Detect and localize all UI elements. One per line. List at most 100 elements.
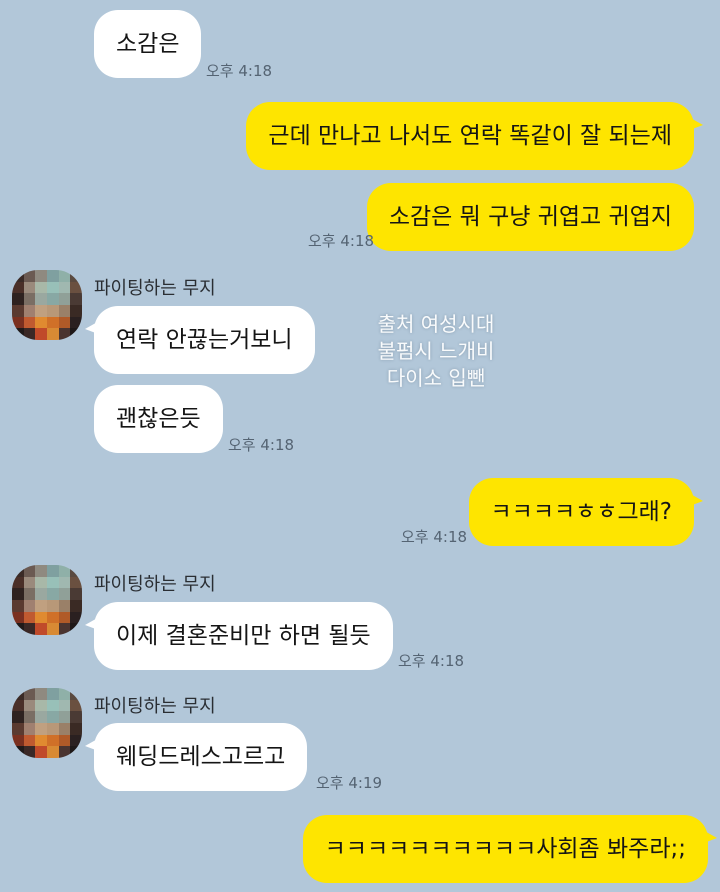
avatar-pixel: [47, 270, 59, 282]
avatar-pixel: [70, 328, 82, 340]
avatar-pixel: [23, 293, 36, 305]
avatar-pixel: [47, 723, 59, 735]
avatar-pixel: [23, 281, 36, 294]
avatar-pixel: [58, 588, 71, 600]
avatar-pixel: [12, 305, 24, 317]
avatar-pixel: [12, 723, 24, 735]
avatar-pixel: [23, 623, 36, 635]
avatar-pixel: [12, 565, 24, 577]
avatar-pixel: [35, 281, 47, 294]
avatar-pixel: [12, 270, 24, 282]
avatar-pixel: [70, 699, 82, 712]
avatar-pixel: [35, 734, 47, 747]
avatar-pixel: [12, 746, 24, 758]
avatar-pixel: [35, 688, 47, 700]
avatar-pixel: [23, 270, 36, 282]
avatar-pixel: [70, 565, 82, 577]
avatar-pixel: [35, 316, 47, 329]
avatar-pixel: [47, 746, 59, 758]
avatar-pixel: [58, 328, 71, 340]
avatar-pixel: [58, 576, 71, 589]
avatar-pixel: [47, 588, 59, 600]
avatar-pixel: [12, 281, 24, 294]
avatar-pixel: [47, 688, 59, 700]
avatar-pixel: [58, 293, 71, 305]
avatar-pixel: [35, 588, 47, 600]
avatar-pixel: [23, 305, 36, 317]
avatar-pixel: [23, 576, 36, 589]
avatar-pixel: [23, 328, 36, 340]
avatar-pixel: [70, 270, 82, 282]
message-bubble-outgoing[interactable]: 소감은 뭐 구냥 귀엽고 귀엽지: [366, 183, 694, 251]
avatar-pixel: [47, 565, 59, 577]
watermark-line: 불펌시 느개비: [377, 339, 495, 363]
avatar-pixel: [58, 734, 71, 747]
avatar-pixel: [12, 711, 24, 723]
avatar-pixel: [70, 723, 82, 735]
contact-avatar[interactable]: [12, 270, 82, 340]
sender-name: 파이팅하는 무지: [94, 696, 216, 717]
message-bubble-incoming[interactable]: 괜찮은듯: [94, 385, 223, 453]
message-time: 오후 4:18: [308, 232, 375, 250]
sender-name: 파이팅하는 무지: [94, 574, 216, 595]
message-time: 오후 4:18: [206, 62, 273, 80]
avatar-pixel: [58, 281, 71, 294]
message-bubble-outgoing[interactable]: ㅋㅋㅋㅋㅎㅎ그래?: [468, 478, 703, 546]
avatar-pixel: [47, 316, 59, 329]
watermark-text: 출처 여성시대 불펌시 느개비 다이소 입뺀: [360, 311, 512, 392]
avatar-pixel: [23, 316, 36, 329]
avatar-pixel: [58, 688, 71, 700]
watermark-line: 다이소 입뺀: [386, 366, 486, 390]
avatar-pixel: [35, 711, 47, 723]
avatar-pixel: [35, 699, 47, 712]
message-bubble-outgoing[interactable]: ㅋㅋㅋㅋㅋㅋㅋㅋㅋㅋ사회좀 봐주라;;: [302, 815, 718, 883]
avatar-pixel: [12, 316, 24, 329]
avatar-pixel: [12, 611, 24, 624]
contact-avatar[interactable]: [12, 688, 82, 758]
avatar-pixel: [58, 600, 71, 612]
avatar-pixel: [23, 711, 36, 723]
avatar-pixel: [58, 565, 71, 577]
avatar-pixel: [12, 293, 24, 305]
avatar-pixel: [47, 576, 59, 589]
avatar-pixel: [35, 293, 47, 305]
avatar-pixel: [35, 576, 47, 589]
avatar-pixel: [47, 711, 59, 723]
avatar-pixel: [12, 688, 24, 700]
avatar-pixel: [12, 623, 24, 635]
avatar-pixel: [58, 270, 71, 282]
avatar-pixel: [23, 746, 36, 758]
message-bubble-outgoing[interactable]: 근데 만나고 나서도 연락 똑같이 잘 되는제: [246, 102, 703, 170]
avatar-pixel: [23, 723, 36, 735]
avatar-pixel: [58, 305, 71, 317]
avatar-pixel: [12, 734, 24, 747]
avatar-pixel: [70, 623, 82, 635]
avatar-pixel: [47, 293, 59, 305]
avatar-pixel: [47, 281, 59, 294]
avatar-pixel: [35, 723, 47, 735]
avatar-pixel: [47, 600, 59, 612]
message-time: 오후 4:18: [228, 436, 295, 454]
avatar-pixel: [35, 565, 47, 577]
avatar-pixel: [70, 588, 82, 600]
message-time: 오후 4:18: [401, 528, 468, 546]
avatar-pixel: [35, 611, 47, 624]
contact-avatar[interactable]: [12, 565, 82, 635]
avatar-pixel: [70, 576, 82, 589]
avatar-pixel: [58, 316, 71, 329]
avatar-pixel: [23, 600, 36, 612]
message-bubble-incoming[interactable]: 소감은: [94, 10, 202, 78]
message-bubble-incoming[interactable]: 연락 안끊는거보니: [85, 306, 315, 374]
avatar-pixel: [23, 734, 36, 747]
avatar-pixel: [70, 734, 82, 747]
avatar-pixel: [47, 623, 59, 635]
avatar-pixel: [70, 600, 82, 612]
avatar-pixel: [70, 711, 82, 723]
avatar-pixel: [12, 588, 24, 600]
avatar-pixel: [58, 711, 71, 723]
avatar-pixel: [23, 688, 36, 700]
message-bubble-incoming[interactable]: 웨딩드레스고르고: [84, 723, 308, 791]
avatar-pixel: [47, 328, 59, 340]
message-bubble-incoming[interactable]: 이제 결혼준비만 하면 될듯: [85, 602, 393, 670]
avatar-pixel: [70, 688, 82, 700]
